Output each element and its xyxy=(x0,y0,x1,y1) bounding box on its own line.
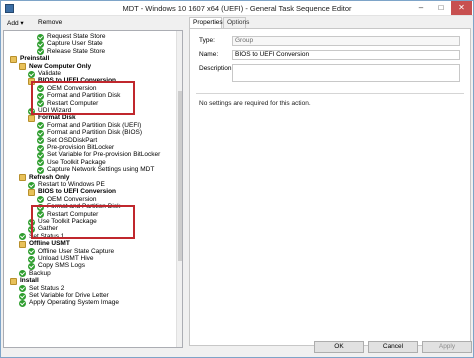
tree-item-label: Format Disk xyxy=(38,114,76,122)
tree-item-label: Release State Store xyxy=(47,47,106,55)
description-field[interactable] xyxy=(232,64,460,82)
folder-icon xyxy=(19,174,26,182)
tree-item-label: Apply Operating System Image xyxy=(29,299,119,307)
tree-item-label: Set OSDDiskPart xyxy=(47,136,98,144)
tree-item-label: Set Status 2 xyxy=(29,284,65,292)
tree-item-label: Restart to Windows PE xyxy=(38,181,105,188)
properties-panel: Properties Options Type: Group Name: BIO… xyxy=(189,17,471,350)
tree-scrollbar-thumb[interactable] xyxy=(178,91,182,261)
minimize-button[interactable]: – xyxy=(411,1,431,15)
tree-item-label: Backup xyxy=(29,269,51,277)
tree-item-label: Offline User State Capture xyxy=(38,247,115,255)
tab-options[interactable]: Options xyxy=(223,17,249,28)
tree-item-label: Copy SMS Logs xyxy=(38,262,85,270)
tree-item-label: Format and Partition Disk (BIOS) xyxy=(47,129,142,137)
folder-icon xyxy=(28,114,35,122)
cancel-button[interactable]: Cancel xyxy=(368,341,418,353)
folder-icon xyxy=(19,63,26,71)
maximize-button[interactable]: □ xyxy=(431,1,451,15)
editor-window: MDT - Windows 10 1607 x64 (UEFI) - Gener… xyxy=(0,0,474,358)
name-label: Name: xyxy=(199,51,219,58)
add-menu-label: Add xyxy=(7,20,19,27)
folder-icon xyxy=(28,188,35,196)
type-label: Type: xyxy=(199,37,215,44)
settings-note: No settings are required for this action… xyxy=(199,100,311,107)
folder-icon xyxy=(10,55,17,63)
tab-properties[interactable]: Properties xyxy=(189,17,223,28)
task-sequence-tree[interactable]: Request State Store Capture User State Rel… xyxy=(3,30,183,348)
tree-item-label: Offline USMT xyxy=(29,240,70,248)
highlight-box-refresh xyxy=(31,205,135,239)
apply-button[interactable]: Apply xyxy=(422,341,472,353)
tree-item-label: BIOS to UEFI Conversion xyxy=(38,188,117,196)
close-button[interactable]: ✕ xyxy=(451,1,472,15)
highlight-box-new-computer xyxy=(31,81,135,115)
tree-item-label: Set Variable for Pre-provision BitLocker xyxy=(47,151,161,159)
properties-divider xyxy=(196,93,464,94)
type-field: Group xyxy=(232,36,460,46)
title-bar: MDT - Windows 10 1607 x64 (UEFI) - Gener… xyxy=(1,1,473,16)
description-label: Description: xyxy=(199,65,234,72)
folder-icon xyxy=(19,240,26,248)
tree-item-label: Unload USMT Hive xyxy=(38,255,94,262)
tree-item-label: Use Toolkit Package xyxy=(47,158,106,166)
tree-item-label: Set Variable for Drive Letter xyxy=(29,292,109,299)
checkmark-icon xyxy=(19,299,26,307)
remove-button-label: Remove xyxy=(38,19,63,26)
tree-item-label: Refresh Only xyxy=(29,173,70,181)
properties-body: Type: Group Name: BIOS to UEFI Conversio… xyxy=(189,28,471,346)
folder-icon xyxy=(10,277,17,285)
tree-item-label: Format and Partition Disk (UEFI) xyxy=(47,121,142,129)
tree-item[interactable]: Apply Operating System Image xyxy=(19,299,119,307)
name-field[interactable]: BIOS to UEFI Conversion xyxy=(232,50,460,60)
remove-button[interactable]: Remove xyxy=(38,19,62,26)
tree-item-label: Capture User State xyxy=(47,40,103,48)
tree-item-label: OEM Conversion xyxy=(47,195,97,203)
add-menu[interactable]: Add ▾ xyxy=(7,19,24,27)
tree-item-label: Pre-provision BitLocker xyxy=(47,144,115,151)
tree-item-label: Capture Network Settings using MDT xyxy=(47,166,155,174)
tree-item-label: Validate xyxy=(38,70,62,77)
window-title: MDT - Windows 10 1607 x64 (UEFI) - Gener… xyxy=(122,4,352,13)
tree-item-label: Request State Store xyxy=(47,33,106,40)
tree-item-label: Preinstall xyxy=(20,55,50,63)
tree-scrollbar[interactable] xyxy=(176,31,182,347)
tree-item-label: New Computer Only xyxy=(29,62,92,70)
ok-button[interactable]: OK xyxy=(314,341,364,353)
toolbar: Add ▾ Remove xyxy=(3,17,183,30)
tree-item-label: Install xyxy=(20,277,39,285)
